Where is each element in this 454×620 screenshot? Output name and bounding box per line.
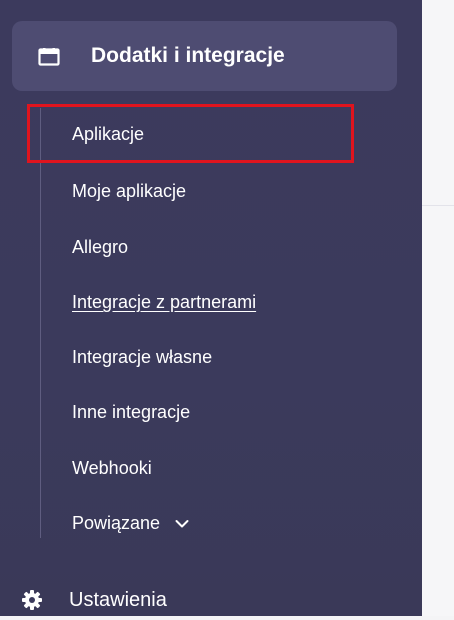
calendar-window-icon: [38, 48, 60, 66]
sidebar: Dodatki i integracje Aplikacje Moje apli…: [0, 0, 422, 616]
sidebar-section-addons-integrations[interactable]: Dodatki i integracje: [12, 21, 397, 91]
highlight-box: [27, 104, 354, 163]
gear-icon: [22, 590, 42, 610]
sidebar-item-label: Moje aplikacje: [72, 181, 187, 201]
sidebar-item-inne-integracje[interactable]: Inne integracje: [72, 392, 190, 432]
content-divider: [422, 205, 454, 206]
settings-label: Ustawienia: [69, 589, 167, 611]
sidebar-item-label: Integracje z partnerami: [72, 292, 257, 312]
sidebar-item-label: Webhooki: [72, 458, 152, 478]
sidebar-item-label: Powiązane: [72, 513, 161, 533]
sidebar-item-label: Integracje własne: [72, 347, 213, 367]
sidebar-item-moje-aplikacje[interactable]: Moje aplikacje: [72, 171, 186, 211]
sidebar-item-integracje-z-partnerami[interactable]: Integracje z partnerami: [72, 282, 256, 322]
sidebar-item-integracje-wlasne[interactable]: Integracje własne: [72, 337, 212, 377]
sidebar-item-label: Inne integracje: [72, 402, 191, 422]
chevron-down-icon: [175, 520, 189, 528]
submenu-tree-line: [40, 108, 41, 538]
sidebar-item-allegro[interactable]: Allegro: [72, 227, 128, 267]
sidebar-item-label: Allegro: [72, 237, 129, 257]
main-content: [422, 0, 454, 616]
sidebar-section-label: Dodatki i integracje: [91, 44, 285, 67]
sidebar-item-webhooki[interactable]: Webhooki: [72, 448, 152, 488]
sidebar-item-powiazane[interactable]: Powiązane: [72, 503, 189, 543]
